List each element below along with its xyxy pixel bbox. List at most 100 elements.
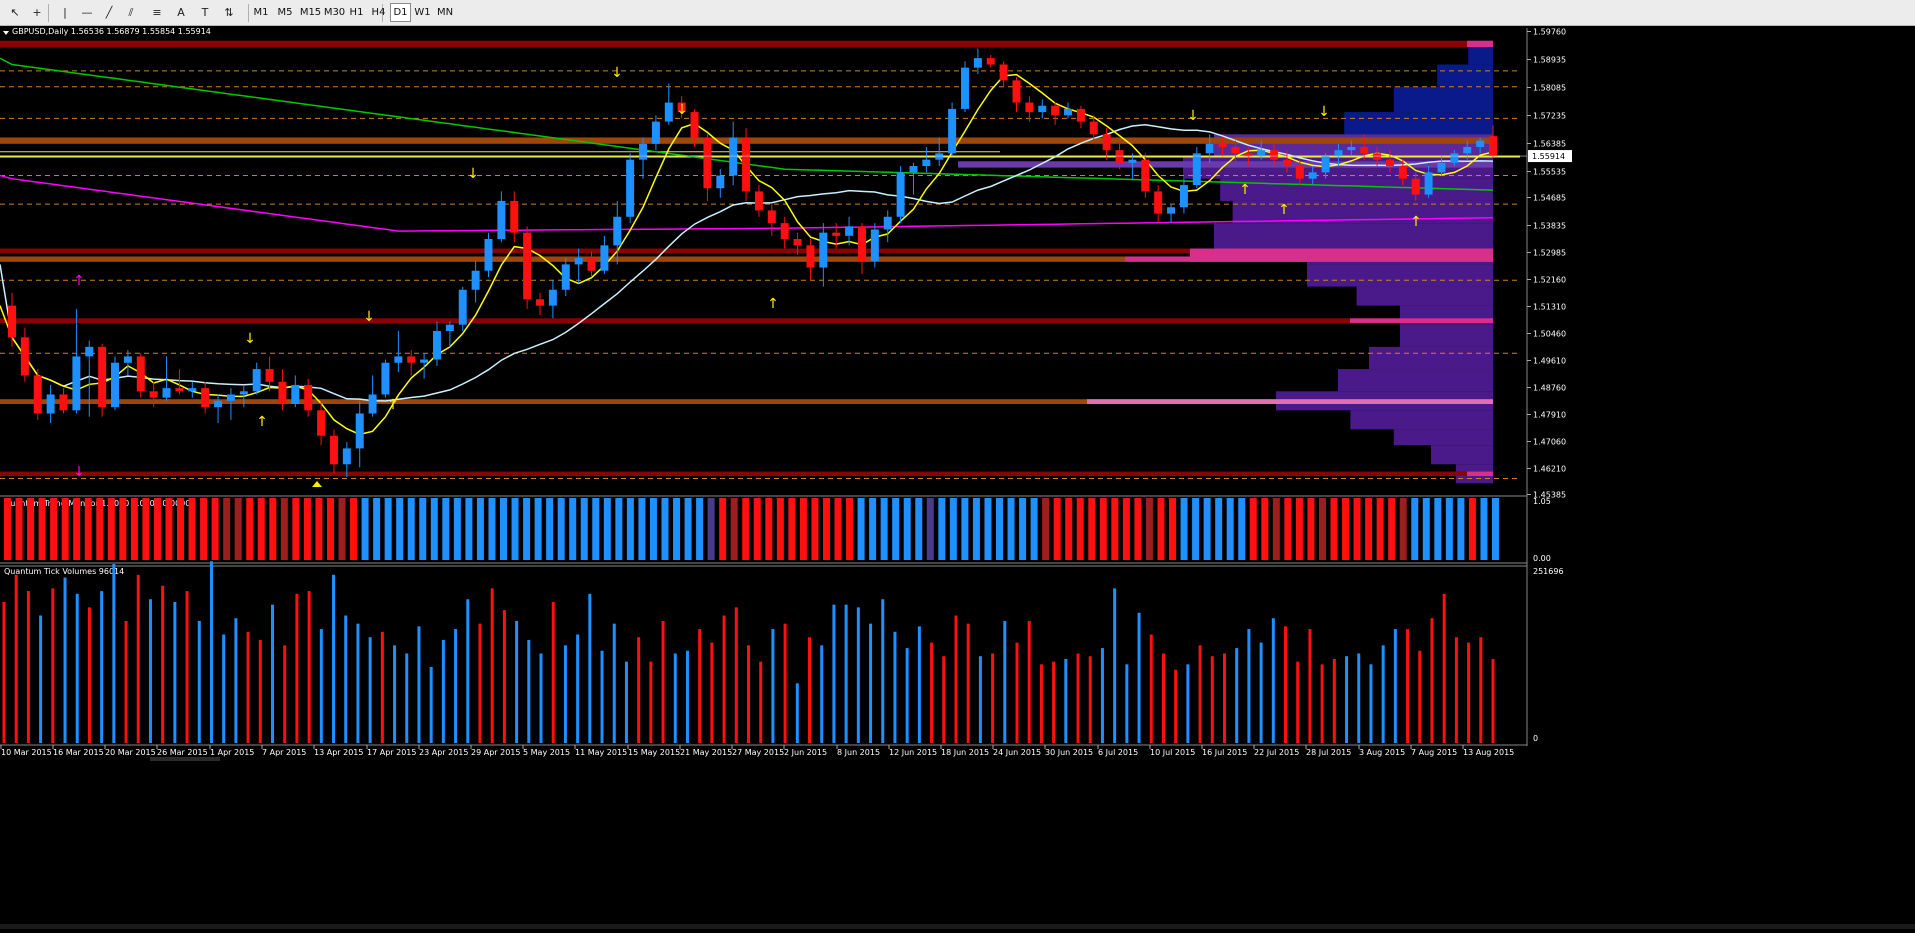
- volume-profile-bar: [1307, 264, 1493, 287]
- cursor-icon[interactable]: ↖: [4, 2, 26, 23]
- time-axis-label: 11 May 2015: [575, 748, 627, 757]
- trend-monitor-bar: [1422, 498, 1430, 560]
- trend-monitor-bar: [234, 498, 242, 560]
- candle-body: [1167, 207, 1176, 214]
- trend-monitor-bar: [765, 498, 773, 560]
- zone-profile-highlight: [1350, 318, 1493, 324]
- zone-profile-highlight: [1125, 256, 1493, 262]
- candle-body: [587, 258, 596, 271]
- tick-volume-bar: [2, 601, 6, 743]
- equidistant-channel-icon[interactable]: ⫽: [120, 2, 142, 23]
- trendline-icon[interactable]: ╱: [98, 2, 120, 23]
- tick-volume-bar: [283, 645, 287, 743]
- trend-monitor-bar: [961, 498, 969, 560]
- timeframe-h1-button[interactable]: H1: [346, 3, 367, 22]
- time-axis-label: 22 Jul 2015: [1254, 748, 1299, 757]
- candle-body: [33, 375, 42, 414]
- tick-volume-bar: [734, 607, 738, 743]
- timeframe-m30-button[interactable]: M30: [323, 3, 346, 22]
- chart-canvas[interactable]: ↓ ↓ ↓ ↓ ↓ ↓ ↓ ↑ ↑ ↑ ↑ ↑ ↑ ↑ ↓ GBPUSD,Daily 1.56536 1.56…: [0, 27, 1915, 929]
- tick-volume-bar: [563, 645, 567, 743]
- trend-monitor-bar: [707, 498, 715, 560]
- tick-volume-bar: [747, 645, 750, 743]
- trend-monitor-bar: [96, 498, 104, 560]
- time-axis-label: 10 Jul 2015: [1150, 748, 1195, 757]
- tick-volume-bar: [161, 585, 165, 743]
- candle-body: [948, 108, 957, 154]
- tick-volume-bar: [1003, 620, 1007, 743]
- timeframe-m1-button[interactable]: M1: [250, 3, 272, 22]
- tick-volume-bar: [1125, 664, 1129, 743]
- volume-profile-bar: [1393, 86, 1493, 113]
- tick-volume-bar: [368, 637, 372, 743]
- volume-profile-bar: [1356, 286, 1493, 306]
- trend-monitor-bar: [15, 498, 23, 560]
- tick-volume-bar: [722, 615, 726, 743]
- timeframe-w1-button[interactable]: W1: [412, 3, 433, 22]
- arrows-icon[interactable]: ⇅: [218, 2, 240, 23]
- chart-area[interactable]: ↓ ↓ ↓ ↓ ↓ ↓ ↓ ↑ ↑ ↑ ↑ ↑ ↑ ↑ ↓ GBPUSD,Daily 1.56536 1.56…: [0, 27, 1915, 929]
- candle-body: [1463, 146, 1472, 154]
- time-axis-label: 13 Aug 2015: [1463, 748, 1514, 757]
- trend-monitor-bar: [580, 498, 588, 560]
- time-axis-label: 13 Apr 2015: [314, 748, 363, 757]
- candle-body: [368, 394, 377, 414]
- current-price-label: 1.55914: [1532, 152, 1565, 161]
- support-resistance-zone: [0, 471, 1467, 477]
- tick-volume-bar: [515, 620, 519, 743]
- trend-monitor-bar: [649, 498, 657, 560]
- price-axis-label: 1.50460: [1533, 330, 1566, 339]
- candle-body: [754, 191, 763, 211]
- candle-body: [1476, 140, 1485, 147]
- price-axis-label: 1.56385: [1533, 140, 1566, 149]
- tick-volume-bar: [136, 574, 140, 743]
- tick-volume-bar: [1137, 612, 1141, 743]
- candle-body: [1025, 102, 1034, 113]
- fractal-up-arrow: ↑: [1410, 214, 1422, 230]
- time-axis-label: 6 Jul 2015: [1098, 748, 1138, 757]
- tick-volume-bar: [14, 574, 18, 743]
- text-icon[interactable]: A: [170, 2, 192, 23]
- trend-monitor-bar: [1157, 498, 1165, 560]
- crosshair-icon[interactable]: +: [26, 2, 48, 23]
- fibonacci-icon[interactable]: ≡: [146, 2, 168, 23]
- price-axis-label: 1.58085: [1533, 84, 1566, 93]
- horizontal-line-icon[interactable]: —: [76, 2, 98, 23]
- vertical-line-icon[interactable]: |: [54, 2, 76, 23]
- magenta-up-arrow: ↑: [73, 273, 85, 289]
- chart-toolbar: ↖ + | — ╱ ⫽ ≡ A T ⇅ M1 M5 M15 M30 H1 H4 D1 W1 MN: [0, 0, 1915, 26]
- tick-volume-bar: [917, 626, 921, 743]
- time-axis-label: 8 Jun 2015: [837, 748, 880, 757]
- tick-volume-bar: [1113, 588, 1117, 743]
- candle-body: [819, 232, 828, 268]
- trend-monitor-bar: [1376, 498, 1384, 560]
- trend-monitor-bar: [1480, 498, 1488, 560]
- tick-volume-bar: [502, 610, 506, 743]
- trend-monitor-bar: [1261, 498, 1269, 560]
- tick-volume-bar: [1406, 629, 1410, 743]
- trend-monitor-bar: [269, 498, 277, 560]
- tick-volume-bar: [1296, 661, 1300, 743]
- support-resistance-zone: [0, 256, 1125, 262]
- timeframe-d1-button[interactable]: D1: [390, 3, 411, 22]
- timeframe-m15-button[interactable]: M15: [298, 3, 323, 22]
- candle-body: [690, 112, 699, 138]
- trend-monitor-bar: [211, 498, 219, 560]
- tick-volume-bar: [39, 615, 43, 743]
- tick-volume-bar: [1393, 629, 1397, 743]
- timeframe-m5-button[interactable]: M5: [273, 3, 297, 22]
- timeframe-h4-button[interactable]: H4: [368, 3, 389, 22]
- trend-monitor-bar: [1215, 498, 1223, 560]
- tick-volume-bar: [685, 650, 689, 743]
- timeframe-mn-button[interactable]: MN: [434, 3, 456, 22]
- tick-volume-bar: [295, 593, 299, 743]
- price-axis-label: 1.54685: [1533, 194, 1566, 203]
- tick-volume-bar: [1039, 664, 1043, 743]
- text-label-icon[interactable]: T: [194, 2, 216, 23]
- tick-volume-bar: [1161, 653, 1165, 743]
- tick-volume-bar: [51, 588, 55, 743]
- tick-volume-bar: [1491, 658, 1495, 743]
- price-axis-label: 1.53835: [1533, 222, 1566, 231]
- tick-volume-bar: [1430, 618, 1434, 743]
- trend-monitor-bar: [626, 498, 634, 560]
